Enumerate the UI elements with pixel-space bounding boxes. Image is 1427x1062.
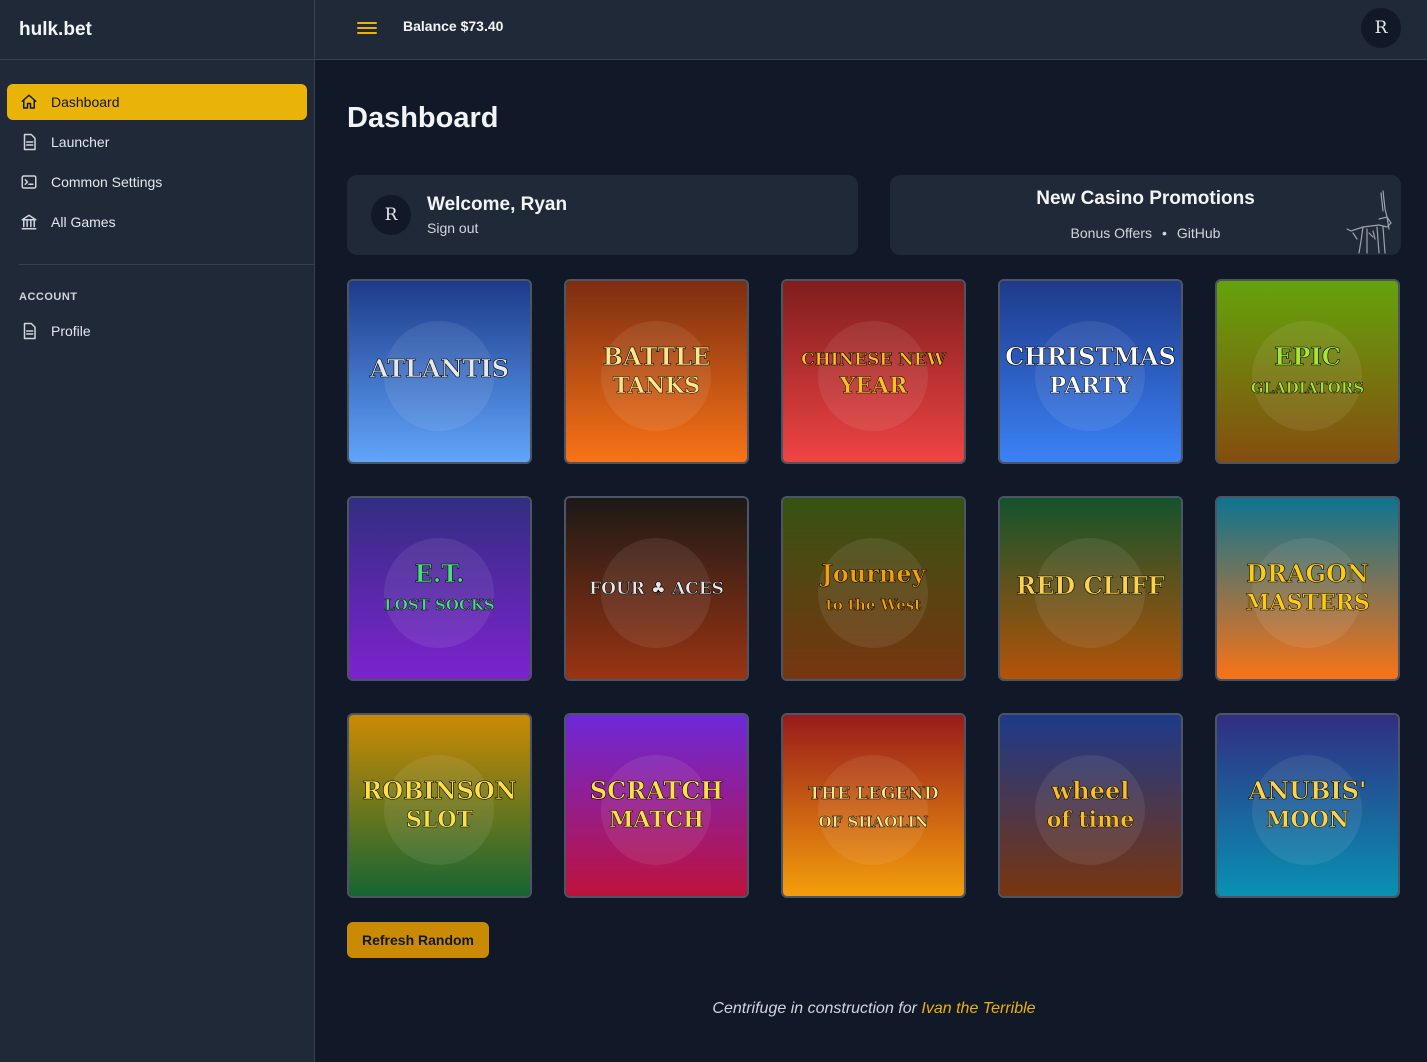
- terminal-icon: [19, 172, 39, 192]
- game-thumbnail: ANUBIS'MOON: [1217, 715, 1398, 896]
- sidebar-item-launcher[interactable]: Launcher: [7, 124, 307, 160]
- sidebar-nav: Dashboard Launcher Common Settings All G…: [0, 60, 314, 240]
- game-title: RED CLIFF: [1016, 571, 1165, 600]
- document-icon: [19, 132, 39, 152]
- game-thumbnail: EPIC GLADIATORS: [1217, 281, 1398, 462]
- game-title: DRAGON: [1246, 559, 1369, 588]
- game-subtitle: TANKS: [613, 373, 700, 399]
- game-title: FOUR ♣ ACES: [589, 579, 724, 599]
- section-title-account: ACCOUNT: [19, 291, 78, 303]
- game-subtitle: MASTERS: [1245, 590, 1370, 616]
- hamburger-icon[interactable]: [357, 19, 377, 37]
- account-nav: Profile: [0, 313, 314, 349]
- welcome-card: R Welcome, Ryan Sign out: [347, 175, 858, 255]
- game-subtitle: SLOT: [406, 807, 474, 833]
- home-icon: [19, 92, 39, 112]
- game-thumbnail: wheelof time: [1000, 715, 1181, 896]
- game-subtitle: YEAR: [839, 373, 909, 399]
- game-title: ATLANTIS: [369, 354, 509, 383]
- game-tile[interactable]: SCRATCH MATCH: [564, 713, 749, 898]
- game-thumbnail: THE LEGEND OF SHAOLIN: [783, 715, 964, 896]
- refresh-random-button[interactable]: Refresh Random: [347, 922, 489, 958]
- main-content: Dashboard R Welcome, Ryan Sign out New C…: [347, 60, 1401, 1018]
- game-title: ROBINSON: [362, 776, 516, 805]
- separator: •: [1161, 225, 1167, 241]
- welcome-greeting: Welcome, Ryan: [427, 194, 568, 215]
- dog-illustration-icon: [1346, 190, 1392, 254]
- game-tile[interactable]: ROBINSON SLOT: [347, 713, 532, 898]
- sign-out-link[interactable]: Sign out: [427, 220, 567, 236]
- game-title: wheel: [1051, 776, 1130, 805]
- game-thumbnail: Journey to the West: [783, 498, 964, 679]
- sidebar-item-label: Profile: [51, 323, 91, 339]
- game-thumbnail: SCRATCHMATCH: [566, 715, 747, 896]
- game-subtitle: GLADIATORS: [1251, 379, 1364, 397]
- game-title: E.T.: [415, 559, 465, 588]
- game-thumbnail: ROBINSONSLOT: [349, 715, 530, 896]
- game-title: EPIC: [1274, 342, 1341, 371]
- game-tile[interactable]: BATTLE TANKS: [564, 279, 749, 464]
- sidebar-item-label: Launcher: [51, 134, 110, 150]
- game-subtitle: PARTY: [1050, 373, 1132, 399]
- game-subtitle: MOON: [1266, 807, 1349, 833]
- page-title: Dashboard: [347, 102, 499, 134]
- game-subtitle: LOST SOCKS: [384, 596, 495, 614]
- footer-text: Centrifuge in construction for: [712, 1000, 922, 1017]
- game-tile[interactable]: CHRISTMAS PARTY: [998, 279, 1183, 464]
- game-title: CHRISTMAS: [1005, 342, 1176, 371]
- sidebar-item-label: Common Settings: [51, 174, 163, 190]
- github-link[interactable]: GitHub: [1177, 225, 1221, 241]
- game-tile[interactable]: RED CLIFF: [998, 496, 1183, 681]
- footer: Centrifuge in construction for Ivan the …: [347, 1000, 1401, 1018]
- promo-card: New Casino Promotions Bonus Offers • Git…: [890, 175, 1401, 255]
- game-title: CHINESE NEW: [801, 350, 947, 370]
- footer-link[interactable]: Ivan the Terrible: [921, 1000, 1035, 1017]
- document-icon: [19, 321, 39, 341]
- sidebar-item-dashboard[interactable]: Dashboard: [7, 84, 307, 120]
- game-thumbnail: FOUR ♣ ACES: [566, 498, 747, 679]
- game-tile[interactable]: DRAGON MASTERS: [1215, 496, 1400, 681]
- brand-logo[interactable]: hulk.bet: [0, 0, 314, 60]
- bonus-offers-link[interactable]: Bonus Offers: [1071, 225, 1152, 241]
- game-thumbnail: DRAGONMASTERS: [1217, 498, 1398, 679]
- promo-title: New Casino Promotions: [1036, 188, 1255, 209]
- sidebar-item-common-settings[interactable]: Common Settings: [7, 164, 307, 200]
- game-thumbnail: ATLANTIS: [349, 281, 530, 462]
- game-title: Journey: [819, 559, 926, 588]
- game-thumbnail: CHINESE NEW YEAR: [783, 281, 964, 462]
- game-tile[interactable]: THE LEGEND OF SHAOLIN: [781, 713, 966, 898]
- game-tile[interactable]: CHINESE NEW YEAR: [781, 279, 966, 464]
- sidebar-item-label: Dashboard: [51, 94, 120, 110]
- game-tile[interactable]: ATLANTIS: [347, 279, 532, 464]
- info-cards: R Welcome, Ryan Sign out New Casino Prom…: [347, 175, 1401, 255]
- game-thumbnail: BATTLETANKS: [566, 281, 747, 462]
- game-thumbnail: E.T. LOST SOCKS: [349, 498, 530, 679]
- game-tile[interactable]: EPIC GLADIATORS: [1215, 279, 1400, 464]
- topbar: Balance $73.40 R: [315, 0, 1427, 60]
- game-title: ANUBIS': [1248, 776, 1367, 805]
- game-thumbnail: CHRISTMASPARTY: [1000, 281, 1181, 462]
- game-subtitle: to the West: [826, 596, 921, 614]
- game-title: SCRATCH: [590, 776, 723, 805]
- game-title: BATTLE: [603, 342, 711, 371]
- game-subtitle: of time: [1047, 807, 1135, 833]
- balance-display: Balance $73.40: [403, 18, 504, 34]
- game-tile[interactable]: Journey to the West: [781, 496, 966, 681]
- game-tile[interactable]: FOUR ♣ ACES: [564, 496, 749, 681]
- game-title: THE LEGEND: [808, 784, 939, 804]
- game-subtitle: OF SHAOLIN: [819, 813, 929, 831]
- avatar: R: [371, 195, 411, 235]
- game-thumbnail: RED CLIFF: [1000, 498, 1181, 679]
- game-tile[interactable]: wheel of time: [998, 713, 1183, 898]
- bank-icon: [19, 212, 39, 232]
- game-subtitle: MATCH: [609, 807, 704, 833]
- game-tile[interactable]: ANUBIS' MOON: [1215, 713, 1400, 898]
- sidebar: hulk.bet Dashboard Launcher Common Setti…: [0, 0, 315, 1062]
- sidebar-item-label: All Games: [51, 214, 116, 230]
- sidebar-item-profile[interactable]: Profile: [7, 313, 307, 349]
- sidebar-item-all-games[interactable]: All Games: [7, 204, 307, 240]
- game-grid: ATLANTIS BATTLE TANKS CHINESE NEW YEAR CHRIST…: [347, 279, 1401, 898]
- avatar[interactable]: R: [1361, 8, 1401, 48]
- game-tile[interactable]: E.T. LOST SOCKS: [347, 496, 532, 681]
